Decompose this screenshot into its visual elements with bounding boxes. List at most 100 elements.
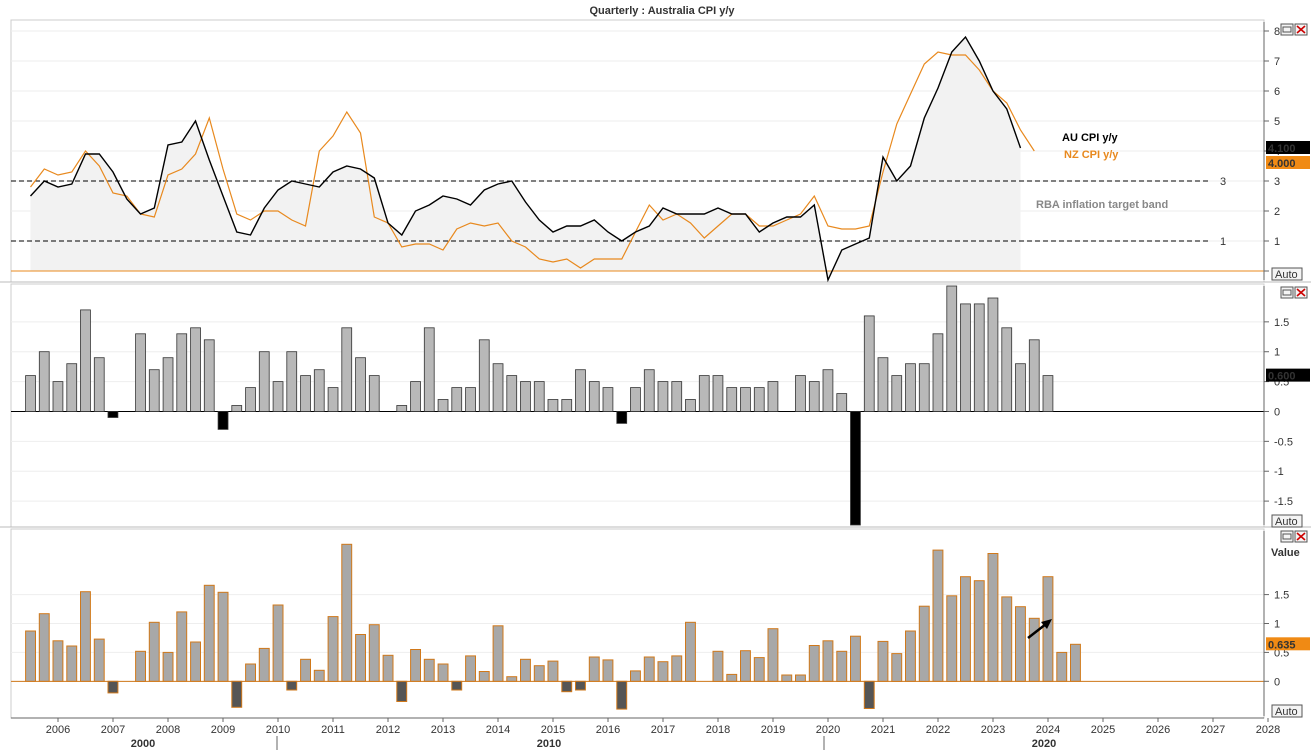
bar [671,655,683,682]
panel-2-auto-button[interactable]: Auto [1271,514,1303,528]
nz-last-value-label: 4.000 [1268,158,1296,170]
x-tick-label: 2014 [486,724,510,736]
x-tick-label: 2011 [321,724,345,736]
bar [533,665,545,682]
bar [726,387,738,412]
bar [272,604,284,682]
bar [712,375,724,412]
close-icon[interactable] [1294,530,1308,543]
bar [808,645,820,682]
rba-band-annotation: RBA inflation target band [1036,199,1168,211]
bar [740,387,751,412]
bar [327,616,339,682]
bar [918,605,930,682]
y-tick-label: 2 [1274,206,1280,218]
bar [630,670,641,682]
x-decade-label: 2000 [131,738,155,750]
y-tick-label: 7 [1274,56,1280,68]
chart-title: Quarterly : Australia CPI y/y [589,5,735,17]
x-tick-label: 2024 [1036,724,1060,736]
bar [753,657,765,682]
bar [300,658,312,682]
bar [781,674,793,682]
bar [575,680,586,691]
bar [52,381,64,412]
bar [1015,606,1026,682]
panel-1-auto-button[interactable]: Auto [1271,267,1303,281]
x-tick-label: 2019 [761,724,785,736]
bar [410,649,422,682]
y-tick-label: -0.5 [1274,436,1293,448]
bar [492,363,504,412]
bar [671,381,683,412]
x-tick-label: 2020 [816,724,840,736]
bar [547,399,559,412]
auto-label: Auto [1275,706,1298,718]
legend-nz: NZ CPI y/y [1064,149,1119,161]
bar [973,303,985,412]
x-tick-label: 2007 [101,724,125,736]
bar [327,387,339,412]
bar [863,680,875,709]
bar [533,381,545,412]
close-icon[interactable] [1294,23,1308,36]
bar [932,333,944,412]
bar [382,654,394,682]
minimize-icon[interactable] [1280,23,1294,36]
bar [561,680,573,693]
bar [355,357,366,412]
bar [52,640,64,682]
bar [877,357,889,412]
bar [38,613,50,682]
y-tick-label: -1.5 [1274,496,1293,508]
bar [148,369,160,412]
bar [176,611,188,682]
x-decade-label: 2010 [537,738,561,750]
bar [795,674,806,682]
legend-au: AU CPI y/y [1062,132,1119,144]
bar [987,553,999,682]
bar [918,363,930,412]
bar [258,647,270,682]
bar [616,411,628,424]
bar [135,650,147,682]
bar [341,543,353,682]
bar [575,369,586,412]
bar [740,650,751,682]
bar [822,369,834,412]
bar [465,655,477,682]
bar [506,676,518,682]
x-tick-label: 2026 [1146,724,1170,736]
bar [190,327,201,412]
minimize-icon[interactable] [1280,530,1294,543]
chart-canvas: Quarterly : Australia CPI y/y 31 0123456… [0,5,1311,750]
bar [465,387,476,412]
bar [93,638,105,682]
close-icon[interactable] [1294,286,1308,299]
bar [520,381,531,412]
bar [245,663,257,682]
bar [437,663,449,682]
panel-3-auto-button[interactable]: Auto [1271,704,1303,718]
minimize-icon[interactable] [1280,286,1294,299]
panel-1-y-axis: 0123456784.1004.000 [1263,22,1310,280]
bar [176,333,188,412]
y-tick-label: 1 [1274,619,1280,631]
bar [753,387,765,412]
bar [25,375,36,412]
bar [685,621,696,682]
y-tick-label: 5 [1274,116,1280,128]
x-tick-label: 2016 [596,724,620,736]
bar [313,369,325,412]
x-tick-label: 2012 [376,724,400,736]
bar [66,363,78,412]
bar [685,399,696,412]
x-tick-label: 2021 [871,724,895,736]
bar [80,591,91,682]
bar [162,651,174,682]
bar [245,387,256,412]
auto-label: Auto [1275,269,1298,281]
bar [767,628,779,682]
bar [946,595,958,682]
bar [66,645,78,682]
